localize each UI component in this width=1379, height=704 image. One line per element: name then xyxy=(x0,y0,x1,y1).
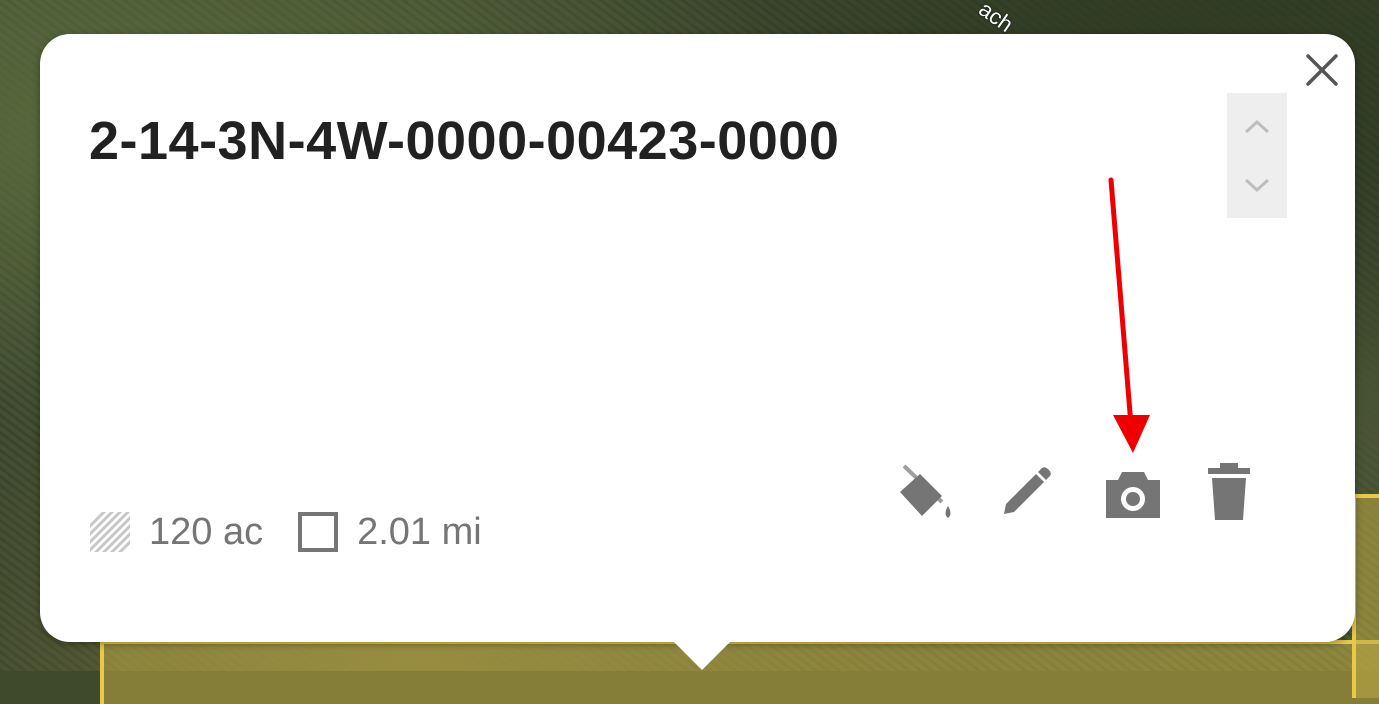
popup-pointer xyxy=(668,636,736,670)
chevron-up-icon xyxy=(1244,119,1270,134)
previous-feature-button[interactable] xyxy=(1227,97,1287,157)
perimeter-value: 2.01 mi xyxy=(357,510,482,553)
style-fill-button[interactable] xyxy=(890,458,960,528)
chevron-down-icon xyxy=(1244,178,1270,193)
next-feature-button[interactable] xyxy=(1227,155,1287,215)
pencil-icon xyxy=(1004,467,1051,514)
close-icon xyxy=(1306,54,1338,86)
hatched-area-icon xyxy=(85,507,135,557)
parcel-boundary-right[interactable] xyxy=(1352,494,1379,698)
paint-bucket-icon xyxy=(900,464,951,518)
area-value: 120 ac xyxy=(149,510,264,553)
parcel-boundary[interactable] xyxy=(100,640,1379,704)
trash-icon xyxy=(1208,463,1250,520)
parcel-id-title: 2-14-3N-4W-0000-00423-0000 xyxy=(89,111,840,171)
delete-button[interactable] xyxy=(1194,458,1264,528)
edit-button[interactable] xyxy=(990,458,1060,528)
take-photo-button[interactable] xyxy=(1098,458,1168,528)
camera-icon xyxy=(1106,472,1160,518)
parcel-stats: 120 ac 2.01 mi xyxy=(85,502,512,562)
close-button[interactable] xyxy=(1302,50,1342,90)
square-outline-icon xyxy=(293,507,343,557)
feature-navigation xyxy=(1227,93,1287,218)
